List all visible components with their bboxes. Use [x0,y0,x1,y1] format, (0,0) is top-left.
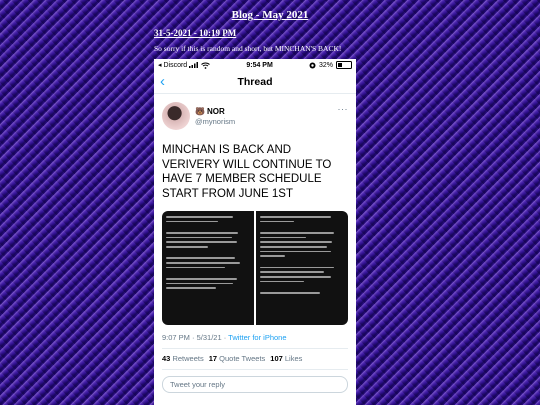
likes-count: 107 [270,354,283,363]
retweets-stat[interactable]: 43 Retweets [162,354,204,363]
tweet-timestamp: 9:07 PM · 5/31/21 · Twitter for iPhone [154,333,356,342]
status-bar: ◂ Discord 9:54 PM 32% [154,59,356,71]
quotes-label: Quote Tweets [219,354,266,363]
back-chevron-icon[interactable]: ‹ [160,73,165,90]
battery-percent: 32% [318,61,333,69]
alarm-icon [309,62,316,68]
post-text: So sorry if this is random and short, bu… [154,44,342,53]
user-handle[interactable]: @mynorism [195,117,235,126]
likes-label: Likes [284,354,303,363]
carrier-label: ◂ Discord [158,62,188,69]
signal-icon [189,62,199,68]
more-options-icon[interactable]: ··· [338,104,349,114]
display-name-row[interactable]: 🐻 NOR [195,107,235,116]
tweet-time: 9:07 PM · 5/31/21 · [162,333,229,342]
tweet-source-link[interactable]: Twitter for iPhone [228,333,286,342]
status-time: 9:54 PM [246,61,273,69]
tweet-image-korean-notice[interactable] [162,211,254,325]
tweet-stats: 43 Retweets 17 Quote Tweets 107 Likes [154,354,356,363]
divider [162,348,348,349]
likes-stat[interactable]: 107 Likes [270,354,302,363]
bear-emoji-icon: 🐻 [195,106,205,116]
battery-icon [335,61,352,69]
blog-title[interactable]: Blog - May 2021 [0,9,540,21]
display-name: NOR [206,106,225,116]
tweet-image-english-notice[interactable] [256,211,348,325]
thread-header: ‹ Thread [154,71,356,94]
avatar[interactable] [162,102,190,130]
divider [162,369,348,370]
retweets-label: Retweets [172,354,204,363]
retweets-count: 43 [162,354,171,363]
tweet-screenshot: ◂ Discord 9:54 PM 32% ‹ Thread 🐻 NOR @my… [154,59,356,405]
thread-title: Thread [237,76,273,88]
tweet-text: MINCHAN IS BACK AND VERIVERY WILL CONTIN… [162,144,332,200]
tweet-media[interactable] [162,211,348,325]
quote-tweets-stat[interactable]: 17 Quote Tweets [209,354,266,363]
quotes-count: 17 [208,354,218,363]
wifi-icon [201,62,211,69]
reply-input[interactable]: Tweet your reply [162,376,348,393]
tweet-author: 🐻 NOR @mynorism ··· [154,94,356,130]
post-date[interactable]: 31-5-2021 - 10:19 PM [154,28,236,38]
